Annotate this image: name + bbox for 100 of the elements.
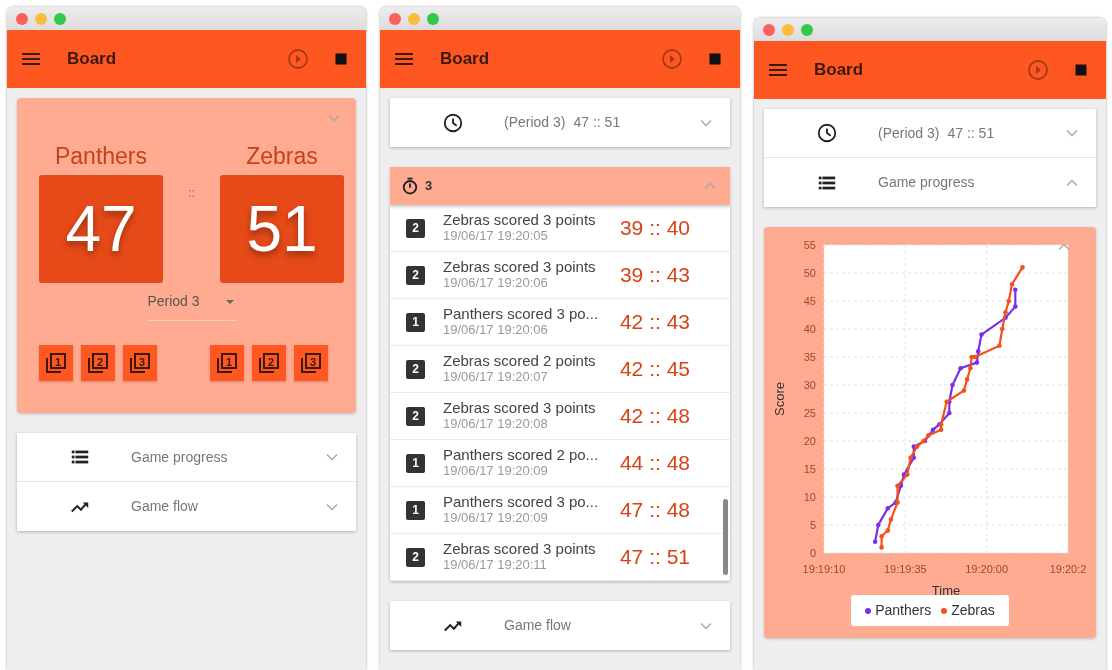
score-summary: 47 :: 51 <box>947 124 995 141</box>
entry-time: 19/06/17 19:20:06 <box>443 322 549 339</box>
entry-time: 19/06/17 19:20:09 <box>443 510 549 527</box>
x-axis-title: Time <box>931 583 961 595</box>
log-entry[interactable]: 2 Zebras scored 3 points 19/06/17 19:20:06 39 :: 43 <box>390 252 730 299</box>
entry-score: 47 :: 48 <box>619 497 690 524</box>
play-circle-icon[interactable] <box>660 47 684 71</box>
log-entry[interactable]: 1 Panthers scored 3 po... 19/06/17 19:20:06 42 :: 43 <box>390 299 730 346</box>
entry-text: Zebras scored 2 points <box>443 352 596 370</box>
entry-score: 44 :: 48 <box>619 450 690 477</box>
log-entry[interactable]: 2 Zebras scored 3 points 19/06/17 19:20:08 42 :: 48 <box>390 393 730 440</box>
x-tick-label: 19:20:00 <box>965 563 1009 575</box>
y-tick-label: 35 <box>803 351 816 363</box>
score-display: 51 <box>220 175 344 284</box>
team-name: Zebras <box>246 144 318 170</box>
entry-time: 19/06/17 19:20:07 <box>443 369 549 386</box>
team-badge: 1 <box>406 312 425 332</box>
clock-icon <box>816 122 838 144</box>
toolbar-title: Board <box>440 48 490 71</box>
score-button[interactable]: 2 <box>81 345 115 382</box>
entry-time: 19/06/17 19:20:09 <box>443 463 549 480</box>
entry-score: 39 :: 40 <box>619 215 690 242</box>
score-button[interactable]: 1 <box>39 345 73 382</box>
period-select[interactable]: Period 3 <box>147 291 236 322</box>
entry-text: Zebras scored 3 points <box>443 540 596 558</box>
accordion-header[interactable]: (Period 3) 47 :: 51 <box>764 109 1096 158</box>
entry-text: Panthers scored 2 po... <box>443 446 599 464</box>
zoom-button[interactable] <box>801 23 813 36</box>
team-name: Panthers <box>54 144 148 170</box>
score-button[interactable]: 3 <box>294 345 328 382</box>
y-tick-label: 10 <box>803 491 816 503</box>
entry-score: 42 :: 45 <box>619 356 690 383</box>
team-badge: 1 <box>406 500 425 520</box>
clock-icon <box>442 111 464 134</box>
period-header[interactable]: 3 <box>390 167 730 205</box>
section-label: Game progress <box>878 174 975 190</box>
team-badge: 2 <box>406 406 425 426</box>
minimize-button[interactable] <box>782 23 794 36</box>
x-tick-label: 19:19:10 <box>802 563 846 575</box>
entry-score: 42 :: 43 <box>619 309 690 336</box>
entry-text: Zebras scored 3 points <box>443 258 596 276</box>
log-entry[interactable]: 1 Panthers scored 2 po... 19/06/17 19:20:09 44 :: 48 <box>390 440 730 487</box>
section-label: Game progress <box>131 448 228 465</box>
close-button[interactable] <box>16 12 28 25</box>
play-circle-icon[interactable] <box>1026 58 1050 82</box>
score-summary: 47 :: 51 <box>573 114 621 130</box>
accordion-header[interactable]: Game flow <box>390 601 730 650</box>
x-tick-label: 19:19:35 <box>883 563 927 575</box>
entry-score: 39 :: 43 <box>619 262 690 289</box>
score-separator: :: <box>188 185 195 202</box>
team-badge: 2 <box>406 547 425 567</box>
entry-text: Zebras scored 3 points <box>443 399 596 417</box>
team-badge: 2 <box>406 265 425 285</box>
score-button[interactable]: 3 <box>123 345 157 382</box>
legend-label: Panthers <box>875 601 932 620</box>
section-label: (Period 3) <box>504 114 566 130</box>
y-tick-label: 0 <box>809 547 816 559</box>
team-badge: 2 <box>406 218 425 238</box>
x-tick-label: 19:20:2 <box>1049 563 1087 575</box>
minimize-button[interactable] <box>408 12 420 25</box>
entry-score: 42 :: 48 <box>619 403 690 430</box>
log-entry[interactable]: 2 Zebras scored 2 points 19/06/17 19:20:07 42 :: 45 <box>390 346 730 393</box>
toolbar-title: Board <box>67 48 117 71</box>
accordion-header[interactable]: Game progress <box>764 158 1096 207</box>
section-label: Game flow <box>131 498 198 515</box>
entry-text: Panthers scored 3 po... <box>443 493 599 511</box>
legend-label: Zebras <box>951 601 995 620</box>
team-badge: 2 <box>406 359 425 379</box>
score-button[interactable]: 2 <box>252 345 286 382</box>
toolbar-title: Board <box>814 59 864 82</box>
zoom-button[interactable] <box>54 12 66 25</box>
close-button[interactable] <box>389 12 401 25</box>
y-tick-label: 25 <box>803 407 816 419</box>
play-circle-icon[interactable] <box>286 47 310 71</box>
accordion-header[interactable]: Game flow <box>17 482 356 532</box>
y-tick-label: 45 <box>803 295 816 307</box>
scrollbar-thumb[interactable] <box>723 499 728 575</box>
log-entry[interactable]: 2 Zebras scored 3 points 19/06/17 19:20:05 39 :: 40 <box>390 205 730 252</box>
zoom-button[interactable] <box>427 12 439 25</box>
close-button[interactable] <box>763 23 775 36</box>
entry-time: 19/06/17 19:20:11 <box>443 557 548 574</box>
y-tick-label: 55 <box>803 239 816 251</box>
minimize-button[interactable] <box>35 12 47 25</box>
y-axis-title: Score <box>772 382 787 416</box>
y-tick-label: 30 <box>803 379 816 391</box>
y-tick-label: 50 <box>803 267 816 279</box>
accordion-header[interactable]: (Period 3) 47 :: 51 <box>390 98 730 147</box>
entry-time: 19/06/17 19:20:05 <box>443 228 549 245</box>
stopwatch-icon <box>400 176 420 196</box>
team-badge: 1 <box>406 453 425 473</box>
accordion-header[interactable]: Game progress <box>17 433 356 483</box>
section-label: Game flow <box>504 617 571 633</box>
y-tick-label: 5 <box>809 519 816 531</box>
entry-text: Panthers scored 3 po... <box>443 305 599 323</box>
score-button[interactable]: 1 <box>210 345 244 382</box>
entry-text: Zebras scored 3 points <box>443 211 596 229</box>
y-tick-label: 15 <box>803 463 816 475</box>
entry-score: 47 :: 51 <box>619 544 690 571</box>
score-display: 47 <box>39 175 163 284</box>
section-label: (Period 3) <box>878 124 940 141</box>
